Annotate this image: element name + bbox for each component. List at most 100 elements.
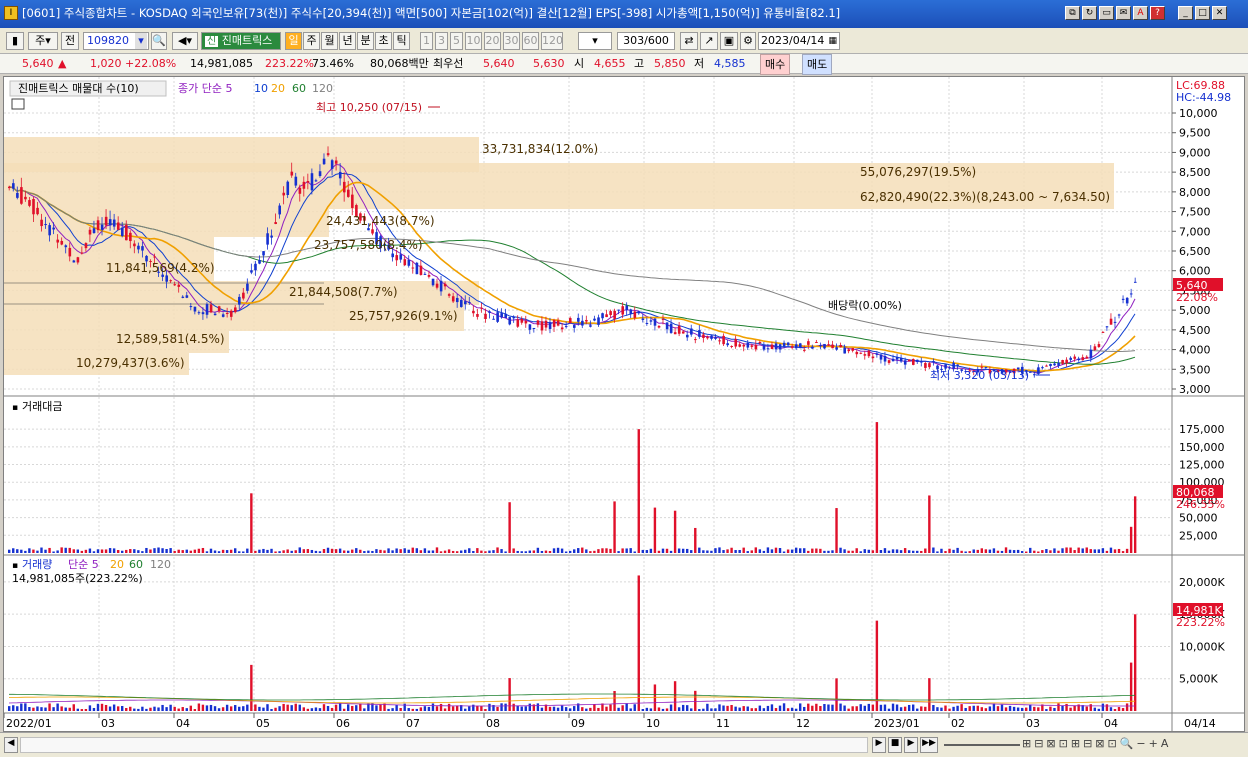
amount-bar xyxy=(520,551,523,553)
fast-forward-icon[interactable]: ▶▶ xyxy=(920,737,938,753)
save-icon[interactable]: ▣ xyxy=(720,32,738,50)
candle-body xyxy=(548,322,552,329)
date-field[interactable]: 2023/04/14 ▦ xyxy=(758,32,840,50)
amount-bar xyxy=(306,549,310,553)
stock-code-input[interactable]: 109820 ▾ xyxy=(83,32,149,50)
volume-bar xyxy=(585,708,588,711)
candle-body xyxy=(1069,357,1072,360)
amount-bar xyxy=(221,549,225,553)
scroll-left-icon[interactable]: ◀ xyxy=(4,737,18,753)
volume-bar xyxy=(415,708,419,711)
candle-body xyxy=(1105,326,1109,328)
layout-icon[interactable]: ▭ xyxy=(1099,6,1114,20)
volume-bar xyxy=(32,707,35,711)
scroll-right-icon[interactable]: ▶ xyxy=(872,737,886,753)
candle-body xyxy=(912,359,915,365)
amount-bar xyxy=(673,510,677,553)
compare-icon[interactable]: ⇄ xyxy=(680,32,698,50)
minute-button[interactable]: 30 xyxy=(503,32,520,50)
amount-bar xyxy=(177,549,180,553)
amount-bar xyxy=(891,549,895,553)
chart-area[interactable]: 10,000 9,500 9,000 8,500 8,000 7,500 7,000 6,50… xyxy=(3,76,1245,732)
quote-open: 4,655 xyxy=(594,57,626,70)
maximize-icon[interactable]: □ xyxy=(1195,6,1210,20)
amount-bar xyxy=(246,548,249,553)
volume-bar xyxy=(1033,706,1036,711)
x-tick-label: 12 xyxy=(796,717,810,730)
candle-body xyxy=(492,318,495,320)
amount-bar xyxy=(613,501,616,553)
minute-button[interactable]: 60 xyxy=(522,32,539,50)
minute-button[interactable]: 20 xyxy=(484,32,501,50)
buy-button[interactable]: 매수 xyxy=(760,54,791,75)
drawing-tools[interactable]: ⊞⊟⊠⊡⊞⊟⊠⊡🔍−+A xyxy=(1022,737,1242,753)
period-button[interactable]: 주 xyxy=(303,32,320,50)
restore-icon[interactable]: ⧉ xyxy=(1065,6,1080,20)
candle-body xyxy=(310,173,314,191)
amount-bar xyxy=(342,550,346,553)
candle-body xyxy=(165,275,168,282)
period-button[interactable]: 분 xyxy=(357,32,374,50)
minute-button[interactable]: 5 xyxy=(450,32,463,50)
chart-type-icon[interactable]: ▮ xyxy=(6,32,24,50)
volume-bar xyxy=(803,706,806,711)
search-icon[interactable]: 🔍 xyxy=(151,32,167,50)
period-button[interactable]: 년 xyxy=(339,32,356,50)
line-tool-icon[interactable]: ↗ xyxy=(700,32,718,50)
minute-button[interactable]: 1 xyxy=(420,32,433,50)
minute-button[interactable]: 10 xyxy=(465,32,482,50)
sell-button[interactable]: 매도 xyxy=(802,54,833,75)
candle-body xyxy=(318,171,322,177)
candle-body xyxy=(932,361,935,363)
count-field[interactable]: 303/600 xyxy=(617,32,675,50)
volume-bar xyxy=(112,704,116,711)
amount-bar xyxy=(334,549,338,553)
minute-button[interactable]: 3 xyxy=(435,32,448,50)
volume-bar xyxy=(839,703,842,711)
table-icon xyxy=(11,98,25,110)
amount-bar xyxy=(108,548,112,553)
candle-body xyxy=(250,270,253,273)
amount-bar xyxy=(32,549,35,553)
volume-bar xyxy=(581,707,584,711)
period-button[interactable]: 일 xyxy=(285,32,302,50)
volume-bar xyxy=(645,707,649,711)
speaker-icon[interactable]: ◀▾ xyxy=(172,32,198,50)
period-type-select[interactable]: 주▾ xyxy=(28,32,58,50)
pause-icon[interactable]: ■ xyxy=(888,737,902,753)
amount-bar xyxy=(464,549,467,553)
candle-body xyxy=(577,317,580,322)
amount-bar xyxy=(217,551,221,553)
amount-bar xyxy=(726,549,729,553)
volume-bar xyxy=(714,708,717,711)
amount-bar xyxy=(423,548,427,553)
minute-custom-select[interactable]: ▾ xyxy=(578,32,612,50)
amount-bar xyxy=(552,548,556,553)
mail-icon[interactable]: ✉ xyxy=(1116,6,1131,20)
close-icon[interactable]: ✕ xyxy=(1212,6,1227,20)
prev-button[interactable]: 전 xyxy=(61,32,79,50)
candle-body xyxy=(197,312,201,314)
period-button[interactable]: 월 xyxy=(321,32,338,50)
play-icon[interactable]: ▶ xyxy=(904,737,918,753)
volume-bar xyxy=(548,706,552,711)
amount-bar xyxy=(266,549,269,553)
period-button[interactable]: 틱 xyxy=(393,32,410,50)
candle-body xyxy=(924,363,927,368)
volume-bar xyxy=(637,575,640,711)
minute-button[interactable]: 120 xyxy=(541,32,563,50)
scroll-track[interactable] xyxy=(20,737,868,753)
settings-icon[interactable]: ⚙ xyxy=(740,32,756,50)
minimize-icon[interactable]: _ xyxy=(1178,6,1193,20)
y-tick-label: 10,000K xyxy=(1179,640,1225,653)
candle-body xyxy=(653,318,657,326)
zoom-slider[interactable] xyxy=(944,744,1020,746)
stock-chart[interactable]: 10,000 9,500 9,000 8,500 8,000 7,500 7,000 6,50… xyxy=(4,77,1245,732)
font-icon[interactable]: A xyxy=(1133,6,1148,20)
refresh-icon[interactable]: ↻ xyxy=(1082,6,1097,20)
help-icon[interactable]: ? xyxy=(1150,6,1165,20)
period-button[interactable]: 초 xyxy=(375,32,392,50)
volume-bar xyxy=(1020,707,1024,711)
amount-bar xyxy=(560,548,564,553)
volume-bar xyxy=(334,704,338,711)
